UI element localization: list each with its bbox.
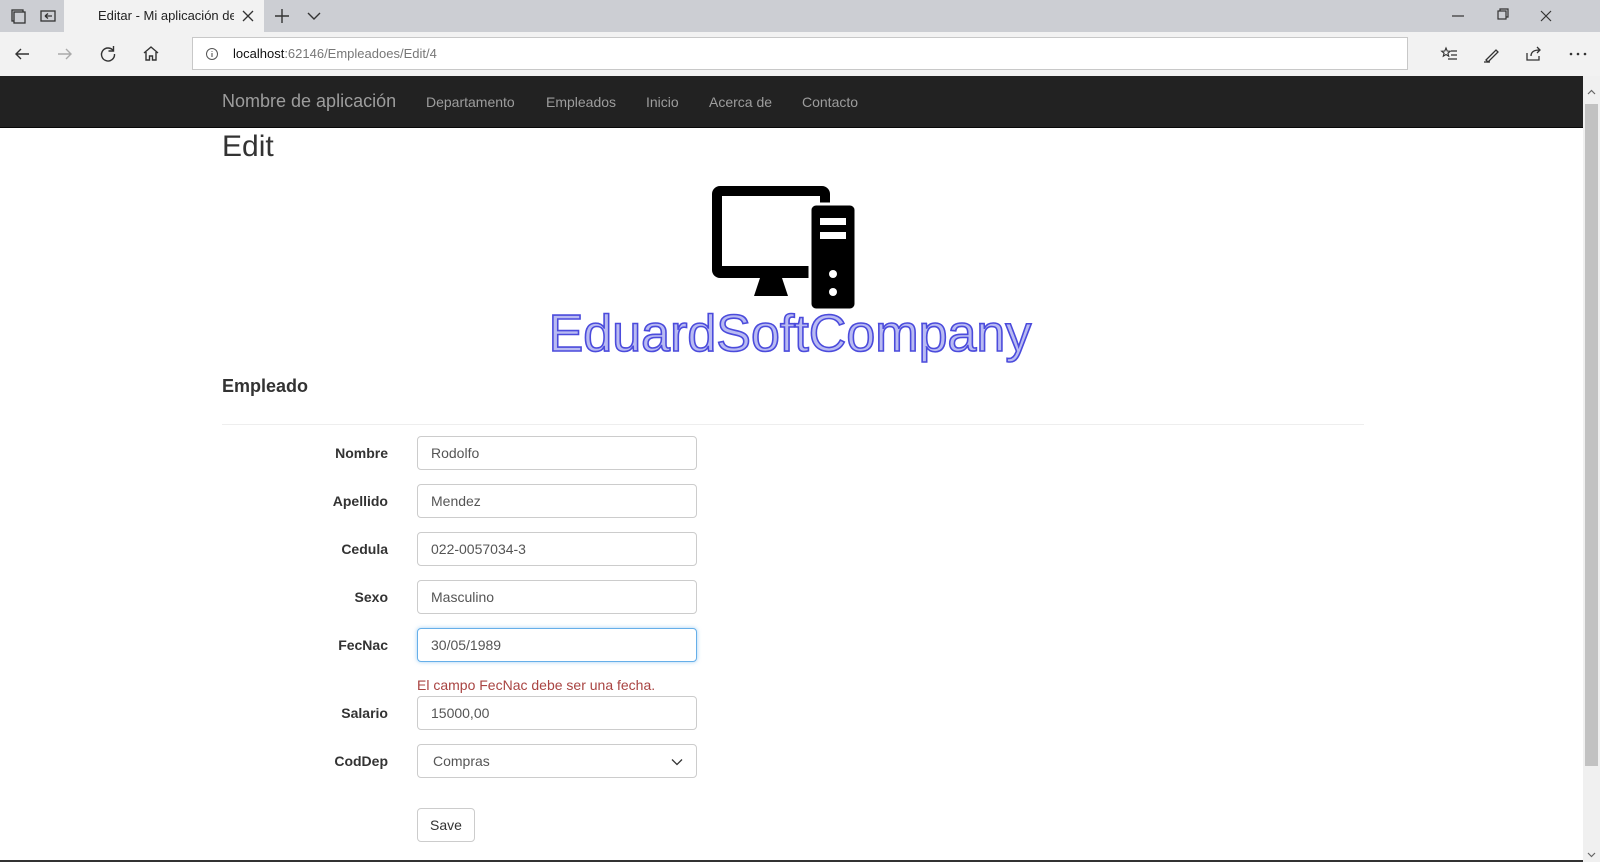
refresh-icon[interactable] <box>96 42 120 66</box>
set-aside-tabs-icon[interactable] <box>36 4 60 28</box>
nav-link-contacto[interactable]: Contacto <box>802 94 858 110</box>
tab-close-icon[interactable] <box>236 4 260 28</box>
browser-toolbar: localhost:62146/Empleadoes/Edit/4 <box>0 32 1600 76</box>
site-info-icon[interactable] <box>205 47 219 61</box>
apellido-input[interactable]: Mendez <box>417 484 697 518</box>
nombre-label: Nombre <box>335 445 388 461</box>
cedula-input[interactable]: 022-0057034-3 <box>417 532 697 566</box>
navbar-brand[interactable]: Nombre de aplicación <box>222 91 396 112</box>
cedula-label: Cedula <box>341 541 388 557</box>
url-path: :62146/Empleadoes/Edit/4 <box>284 46 437 61</box>
sexo-label: Sexo <box>354 589 388 605</box>
page-title: Edit <box>222 130 274 163</box>
forward-icon[interactable] <box>53 42 77 66</box>
new-tab-icon[interactable] <box>270 4 294 28</box>
url-text: localhost:62146/Empleadoes/Edit/4 <box>233 46 437 61</box>
nav-link-acerca-de[interactable]: Acerca de <box>709 94 772 110</box>
chevron-down-icon <box>670 755 684 769</box>
site-navbar: Nombre de aplicación Departamento Emplea… <box>0 76 1583 128</box>
close-window-icon[interactable] <box>1534 4 1558 28</box>
active-tab[interactable]: Editar - Mi aplicación de ASP.NET <box>64 0 264 32</box>
home-icon[interactable] <box>139 42 163 66</box>
page-scrollbar[interactable] <box>1583 76 1600 862</box>
fecnac-label: FecNac <box>338 637 388 653</box>
favorites-icon[interactable] <box>1437 42 1461 66</box>
nav-link-departamento[interactable]: Departamento <box>426 94 515 110</box>
url-host: localhost <box>233 46 285 61</box>
sexo-input[interactable]: Masculino <box>417 580 697 614</box>
restore-icon[interactable] <box>1490 4 1514 28</box>
tabs-aside-icon[interactable] <box>6 4 30 28</box>
nombre-input[interactable]: Rodolfo <box>417 436 697 470</box>
scrollbar-thumb[interactable] <box>1585 104 1598 766</box>
section-title: Empleado <box>222 376 309 396</box>
minimize-icon[interactable] <box>1446 4 1470 28</box>
tab-title: Editar - Mi aplicación de ASP.NET <box>98 8 234 23</box>
back-icon[interactable] <box>10 42 34 66</box>
share-icon[interactable] <box>1522 42 1546 66</box>
address-bar[interactable]: localhost:62146/Empleadoes/Edit/4 <box>192 37 1408 70</box>
fecnac-input[interactable]: 30/05/1989 <box>417 628 697 662</box>
coddep-select[interactable]: Compras <box>417 744 697 778</box>
section-divider <box>222 424 1364 425</box>
company-logo-text: EduardSoftCompany <box>548 304 1032 364</box>
fecnac-error-message: El campo FecNac debe ser una fecha. <box>417 677 656 693</box>
coddep-selected-value: Compras <box>433 753 490 769</box>
browser-tab-strip: Editar - Mi aplicación de ASP.NET <box>0 0 1600 32</box>
save-button[interactable]: Save <box>417 808 475 842</box>
more-icon[interactable] <box>1566 42 1590 66</box>
scroll-up-icon[interactable] <box>1587 84 1596 95</box>
apellido-label: Apellido <box>332 493 388 509</box>
scroll-down-icon[interactable] <box>1587 846 1596 858</box>
tab-preview-chevron-icon[interactable] <box>302 4 326 28</box>
salario-input[interactable]: 15000,00 <box>417 696 697 730</box>
coddep-label: CodDep <box>334 753 388 769</box>
nav-link-inicio[interactable]: Inicio <box>646 94 679 110</box>
computer-logo-icon <box>712 186 862 312</box>
pen-icon[interactable] <box>1480 42 1504 66</box>
salario-label: Salario <box>341 705 388 721</box>
page-viewport: Nombre de aplicación Departamento Emplea… <box>0 76 1583 862</box>
nav-link-empleados[interactable]: Empleados <box>546 94 616 110</box>
